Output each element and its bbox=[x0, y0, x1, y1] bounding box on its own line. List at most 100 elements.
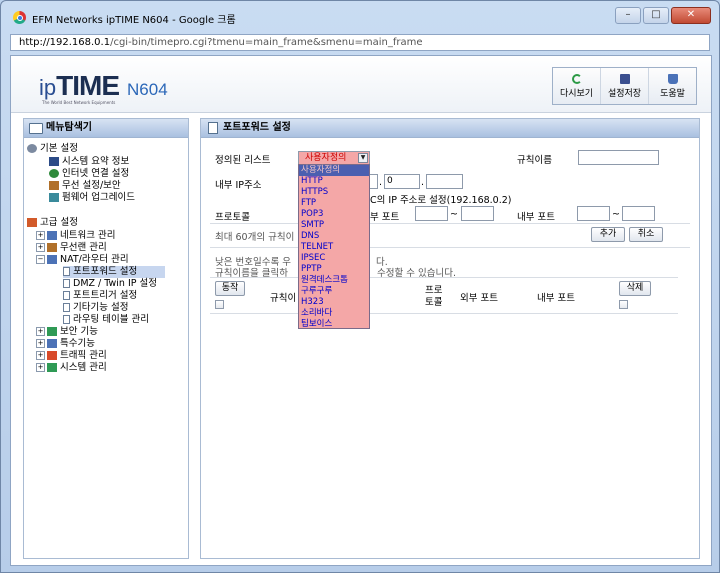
tree-advanced-settings[interactable]: 고급 설정 bbox=[27, 217, 78, 229]
dropdown-option[interactable]: TELNET bbox=[299, 242, 369, 253]
dropdown-option[interactable]: HTTPS bbox=[299, 187, 369, 198]
dropdown-option[interactable]: POP3 bbox=[299, 209, 369, 220]
select-all-checkbox[interactable] bbox=[215, 300, 224, 309]
ip-octet-4-input[interactable] bbox=[426, 174, 463, 189]
router-icon bbox=[47, 255, 57, 264]
max-rules-note: 최대 60개의 규칙이 bbox=[215, 232, 295, 243]
tree-label: 시스템 요약 정보 bbox=[62, 156, 130, 167]
title-bar: EFM Networks ipTIME N604 - Google 크롬 – □… bbox=[1, 1, 719, 31]
dropdown-option[interactable]: IPSEC bbox=[299, 253, 369, 264]
external-port-label: 부 포트 bbox=[370, 212, 400, 223]
save-settings-button[interactable]: 설정저장 bbox=[601, 68, 649, 104]
dropdown-option[interactable]: PPTP bbox=[299, 264, 369, 275]
dropdown-option[interactable]: 원격데스크톱 bbox=[299, 275, 369, 286]
cancel-button[interactable]: 취소 bbox=[629, 227, 663, 242]
tree-label: 무선 설정/보안 bbox=[62, 180, 121, 191]
tree-dmz-twinip[interactable]: DMZ / Twin IP 설정 bbox=[63, 278, 157, 290]
ip-dot: . bbox=[421, 177, 425, 188]
chevron-down-icon[interactable]: ▼ bbox=[358, 153, 368, 163]
ip-octet-3-input[interactable]: 0 bbox=[384, 174, 420, 189]
dropdown-option[interactable]: DNS bbox=[299, 231, 369, 242]
internal-port-start-input[interactable] bbox=[577, 206, 610, 221]
dropdown-option[interactable]: H323 bbox=[299, 297, 369, 308]
collapse-icon[interactable]: − bbox=[36, 255, 45, 264]
tree-security[interactable]: + 보안 기능 bbox=[36, 326, 98, 338]
chrome-icon bbox=[13, 11, 26, 24]
divider bbox=[210, 247, 690, 248]
expand-icon[interactable]: + bbox=[36, 243, 45, 252]
rule-name-input[interactable] bbox=[578, 150, 659, 165]
address-bar[interactable]: http://192.168.0.1/cgi-bin/timepro.cgi?t… bbox=[10, 34, 710, 51]
maximize-button[interactable]: □ bbox=[643, 7, 669, 24]
tree-port-forward[interactable]: 포트포워드 설정 bbox=[63, 266, 165, 278]
refresh-button[interactable]: 다시보기 bbox=[553, 68, 601, 104]
help-label: 도움말 bbox=[660, 88, 685, 99]
tree-special[interactable]: + 특수기능 bbox=[36, 338, 95, 350]
close-button[interactable]: ✕ bbox=[671, 7, 711, 24]
dropdown-option[interactable]: 사용자정의 bbox=[299, 165, 369, 176]
dropdown-option[interactable]: HTTP bbox=[299, 176, 369, 187]
tree-wlan-management[interactable]: + 무선랜 관리 bbox=[36, 242, 107, 254]
url-path: /cgi-bin/timepro.cgi?tmenu=main_frame&sm… bbox=[110, 37, 423, 48]
ip-octet-2-input[interactable] bbox=[370, 174, 378, 189]
expand-icon[interactable]: + bbox=[36, 231, 45, 240]
tree-label: 기본 설정 bbox=[40, 143, 78, 154]
external-port-end-input[interactable] bbox=[461, 206, 494, 221]
monitor-icon bbox=[49, 157, 59, 166]
current-pc-ip-note[interactable]: C의 IP 주소로 설정(192.168.0.2) bbox=[370, 192, 512, 206]
expand-icon[interactable]: + bbox=[36, 351, 45, 360]
refresh-icon bbox=[571, 73, 582, 84]
network-icon bbox=[47, 231, 57, 240]
range-tilde: ~ bbox=[612, 209, 620, 220]
tree-network-management[interactable]: + 네트워크 관리 bbox=[36, 230, 115, 242]
dropdown-option[interactable]: FTP bbox=[299, 198, 369, 209]
logo-ip: ip bbox=[39, 75, 57, 100]
expand-icon[interactable]: + bbox=[36, 339, 45, 348]
predefined-list-dropdown[interactable]: 사용자정의 HTTP HTTPS FTP POP3 SMTP DNS TELNET IPSEC P… bbox=[298, 164, 370, 329]
tree-basic-settings[interactable]: 기본 설정 bbox=[27, 143, 78, 155]
tree-label: 펌웨어 업그레이드 bbox=[62, 192, 135, 203]
add-button[interactable]: 추가 bbox=[591, 227, 625, 242]
page-icon bbox=[63, 267, 70, 276]
iptime-logo: ipTIME N604 bbox=[39, 70, 168, 102]
minimize-button[interactable]: – bbox=[615, 7, 641, 24]
tree-label: 고급 설정 bbox=[40, 217, 78, 228]
col-protocol-line2: 토콜 bbox=[425, 297, 443, 308]
tree-port-trigger[interactable]: 포트트리거 설정 bbox=[63, 290, 137, 302]
settings-folder-icon bbox=[27, 144, 37, 153]
range-tilde: ~ bbox=[450, 209, 458, 220]
action-button[interactable]: 동작 bbox=[215, 281, 245, 296]
dropdown-option[interactable]: 팁보이스 bbox=[299, 319, 369, 330]
page-viewport: ipTIME N604 The World Best Network Equipm… bbox=[10, 55, 712, 566]
page-icon bbox=[63, 291, 70, 300]
browser-window: EFM Networks ipTIME N604 - Google 크롬 – □… bbox=[0, 0, 720, 573]
external-port-start-input[interactable] bbox=[415, 206, 448, 221]
internal-port-end-input[interactable] bbox=[622, 206, 655, 221]
port-forward-panel: 포트포워드 설정 정의된 리스트 사용자정의 ▼ 규칙이름 내부 IP주소 . 0… bbox=[200, 118, 700, 559]
tree-label: 포트트리거 설정 bbox=[73, 290, 138, 301]
tree-firmware-upgrade[interactable]: 펌웨어 업그레이드 bbox=[49, 192, 135, 204]
tree-misc-settings[interactable]: 기타기능 설정 bbox=[63, 302, 128, 314]
tree-nat-router[interactable]: − NAT/라우터 관리 bbox=[36, 254, 129, 266]
col-external-port: 외부 포트 bbox=[460, 293, 498, 304]
dropdown-option[interactable]: SMTP bbox=[299, 220, 369, 231]
predefined-list-select[interactable]: 사용자정의 ▼ bbox=[298, 151, 370, 165]
tree-label: DMZ / Twin IP 설정 bbox=[73, 278, 157, 289]
tree-routing-table[interactable]: 라우팅 테이블 관리 bbox=[63, 314, 149, 326]
tree-internet-setup[interactable]: 인터넷 연결 설정 bbox=[49, 168, 129, 180]
tree-label: 트래픽 관리 bbox=[60, 350, 107, 361]
tree-system-management[interactable]: + 시스템 관리 bbox=[36, 362, 107, 374]
help-button[interactable]: 도움말 bbox=[649, 68, 696, 104]
page-icon bbox=[208, 122, 218, 134]
delete-button[interactable]: 삭제 bbox=[619, 281, 651, 296]
delete-all-checkbox[interactable] bbox=[619, 300, 628, 309]
dropdown-option[interactable]: 구루구루 bbox=[299, 286, 369, 297]
expand-icon[interactable]: + bbox=[36, 363, 45, 372]
tree-traffic[interactable]: + 트래픽 관리 bbox=[36, 350, 107, 362]
tree-label: 특수기능 bbox=[60, 338, 95, 349]
expand-icon[interactable]: + bbox=[36, 327, 45, 336]
tree-wireless-security[interactable]: 무선 설정/보안 bbox=[49, 180, 121, 192]
dropdown-option[interactable]: 소리바다 bbox=[299, 308, 369, 319]
tree-system-summary[interactable]: 시스템 요약 정보 bbox=[49, 156, 129, 168]
system-icon bbox=[47, 363, 57, 372]
